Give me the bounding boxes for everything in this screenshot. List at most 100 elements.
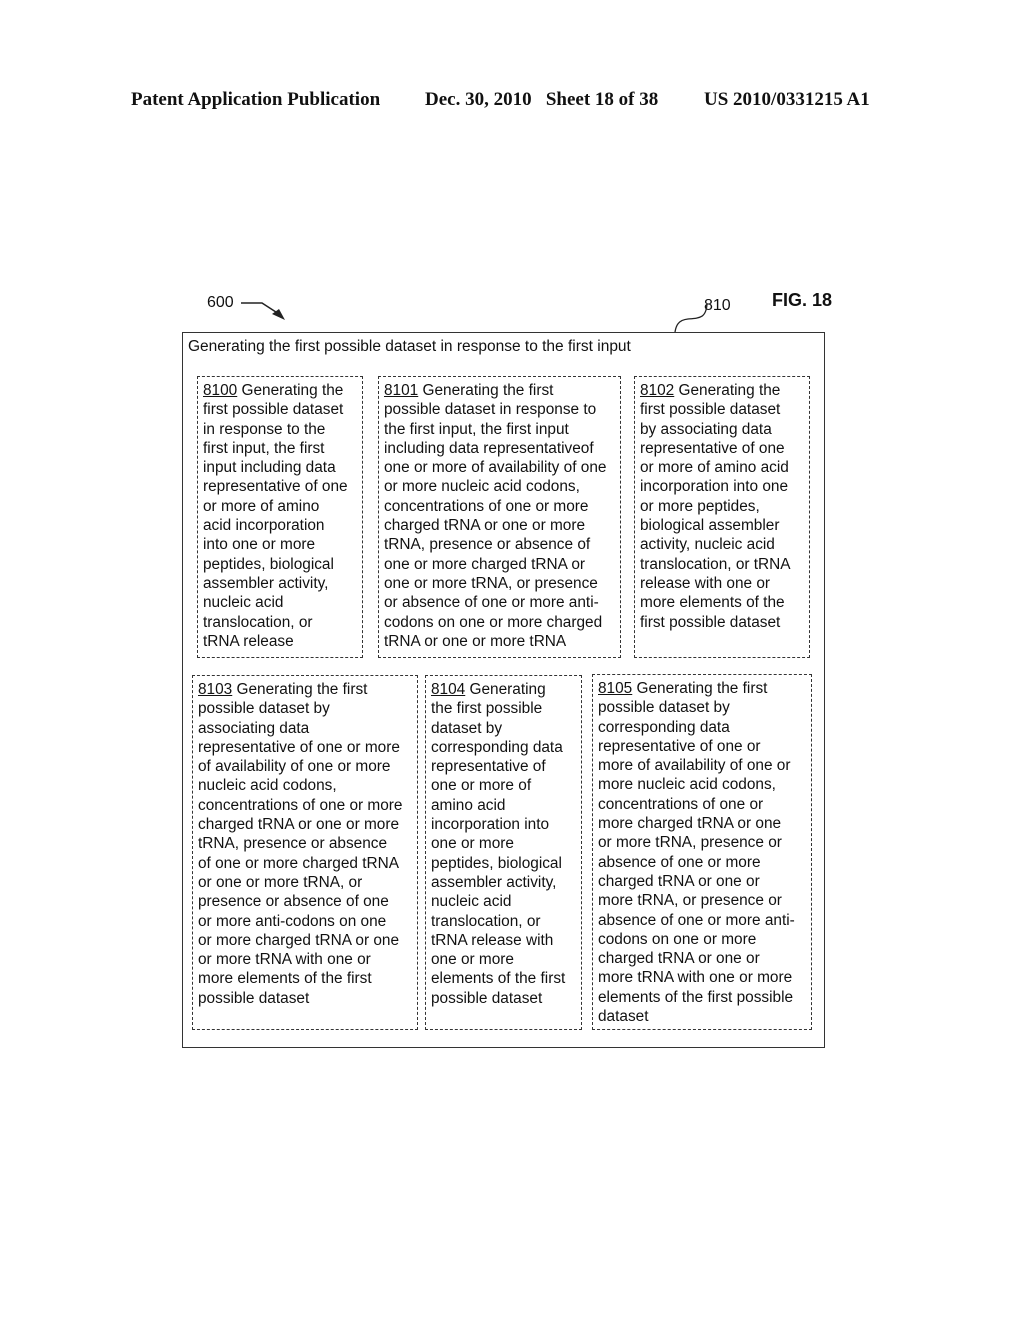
- step-text-line: elements of the first possible: [598, 988, 794, 1006]
- step-text-line: incorporation into one: [640, 478, 789, 496]
- step-box-8101: 8101 Generating the first possible datas…: [378, 376, 621, 658]
- step-text-line: the first possible: [431, 700, 543, 718]
- step-text-line: codons on one or more: [598, 930, 757, 948]
- step-number: 8100: [203, 382, 238, 399]
- step-box-8104: 8104 Generating the first possible datas…: [425, 675, 582, 1030]
- step-text-line: associating data: [198, 719, 310, 737]
- step-text-line: tRNA release: [203, 632, 294, 650]
- step-text-line: one or more of availability of one: [384, 459, 607, 477]
- step-text-line: charged tRNA or one or more: [384, 517, 586, 535]
- step-text-line: charged tRNA or one or: [598, 950, 760, 968]
- step-text-line: codons on one or more charged: [384, 613, 603, 631]
- step-text-line: or more anti-codons on one: [198, 912, 387, 930]
- step-text-line: presence or absence of one: [198, 893, 389, 911]
- step-text-line: absence of one or more: [598, 853, 761, 871]
- step-text-line: Generating the: [674, 382, 781, 399]
- step-text-line: by associating data: [640, 420, 772, 438]
- step-text-line: first input, the first: [203, 439, 325, 457]
- arrow-600-icon: [241, 302, 285, 320]
- step-text-line: or one or more tRNA, or: [198, 873, 363, 891]
- step-text-line: more of availability of one or: [598, 757, 791, 775]
- step-text-line: in response to the: [203, 420, 326, 438]
- step-text-line: peptides, biological: [203, 555, 334, 573]
- step-box-8105: 8105 Generating the first possible datas…: [592, 674, 812, 1030]
- step-text-line: charged tRNA or one or more: [198, 816, 400, 834]
- step-text-line: first possible dataset: [640, 401, 781, 419]
- step-text-line: one or more: [431, 951, 514, 969]
- step-text-line: tRNA, presence or absence of: [384, 536, 591, 554]
- step-number: 8103: [198, 681, 233, 698]
- step-text-line: or absence of one or more anti-: [384, 594, 599, 612]
- step-text-line: amino acid: [431, 796, 506, 814]
- step-text-line: of availability of one or more: [198, 758, 391, 776]
- step-text-line: or more of amino acid: [640, 459, 789, 477]
- step-text-line: more charged tRNA or one: [598, 815, 782, 833]
- step-box-8100: 8100 Generating the first possible datas…: [197, 376, 363, 658]
- step-text-line: first possible dataset: [203, 401, 344, 419]
- step-text-line: Generating the first: [232, 681, 368, 698]
- step-text-line: possible dataset: [198, 989, 310, 1007]
- step-text-line: acid incorporation: [203, 517, 325, 535]
- step-text-line: release with one or: [640, 574, 771, 592]
- step-number: 8105: [598, 680, 633, 697]
- step-text-line: concentrations of one or more: [384, 497, 589, 515]
- step-number: 8101: [384, 382, 419, 399]
- step-number: 8104: [431, 681, 466, 698]
- step-text-line: Generating the first: [632, 680, 768, 697]
- step-text-line: absence of one or more anti-: [598, 911, 795, 929]
- step-text-line: nucleic acid: [203, 594, 284, 612]
- step-text-line: corresponding data: [431, 738, 563, 756]
- step-text-line: more tRNA, or presence or: [598, 892, 782, 910]
- step-text-line: dataset: [598, 1008, 649, 1026]
- step-text-line: nucleic acid: [431, 893, 512, 911]
- leader-810-icon: [674, 303, 708, 333]
- step-text-line: elements of the first: [431, 970, 566, 988]
- step-text-line: Generating the: [237, 382, 344, 399]
- step-text-line: Generating: [465, 681, 546, 698]
- step-text-line: concentrations of one or more: [198, 796, 403, 814]
- step-text-line: tRNA, presence or absence: [198, 835, 388, 853]
- step-text-line: translocation, or: [203, 613, 313, 631]
- step-text-line: tRNA release with: [431, 931, 554, 949]
- step-text-line: or more tRNA, presence or: [598, 834, 782, 852]
- step-box-8102: 8102 Generating the first possible datas…: [634, 376, 810, 658]
- step-text-line: or more nucleic acid codons,: [384, 478, 580, 496]
- step-text-line: corresponding data: [598, 718, 730, 736]
- step-text-line: one or more charged tRNA or: [384, 555, 586, 573]
- step-text-line: possible dataset: [431, 989, 543, 1007]
- step-text-line: of one or more charged tRNA: [198, 854, 400, 872]
- step-text-line: possible dataset by: [598, 699, 730, 717]
- step-text-line: representative of one: [640, 439, 785, 457]
- step-text-line: biological assembler: [640, 517, 780, 535]
- step-text-line: or more peptides,: [640, 497, 760, 515]
- step-text-line: incorporation into: [431, 816, 550, 834]
- step-text-line: assembler activity,: [431, 873, 557, 891]
- step-text-line: possible dataset by: [198, 700, 330, 718]
- step-text-line: tRNA or one or more tRNA: [384, 632, 567, 650]
- step-text-line: representative of one: [203, 478, 348, 496]
- step-text-line: representative of one or: [598, 737, 761, 755]
- step-text-line: or more charged tRNA or one: [198, 931, 400, 949]
- step-text-line: or more tRNA with one or: [198, 951, 371, 969]
- step-text-line: activity, nucleic acid: [640, 536, 775, 554]
- step-text-line: first possible dataset: [640, 613, 781, 631]
- step-number: 8102: [640, 382, 675, 399]
- step-text-line: concentrations of one or: [598, 795, 764, 813]
- step-text-line: representative of: [431, 758, 546, 776]
- step-text-line: peptides, biological: [431, 854, 562, 872]
- process-step-title: Generating the first possible dataset in…: [188, 338, 631, 355]
- step-text-line: the first input, the first input: [384, 420, 569, 438]
- step-text-line: more tRNA with one or more: [598, 969, 793, 987]
- step-text-line: into one or more: [203, 536, 316, 554]
- step-text-line: dataset by: [431, 719, 503, 737]
- step-text-line: nucleic acid codons,: [198, 777, 337, 795]
- step-text-line: representative of one or more: [198, 738, 400, 756]
- step-text-line: more elements of the first: [198, 970, 372, 988]
- step-text-line: assembler activity,: [203, 574, 329, 592]
- step-text-line: one or more of: [431, 777, 532, 795]
- step-text-line: one or more tRNA, or presence: [384, 574, 598, 592]
- step-text-line: or more of amino: [203, 497, 320, 515]
- step-text-line: Generating the first: [418, 382, 554, 399]
- step-text-line: translocation, or: [431, 912, 541, 930]
- step-text-line: translocation, or tRNA: [640, 555, 791, 573]
